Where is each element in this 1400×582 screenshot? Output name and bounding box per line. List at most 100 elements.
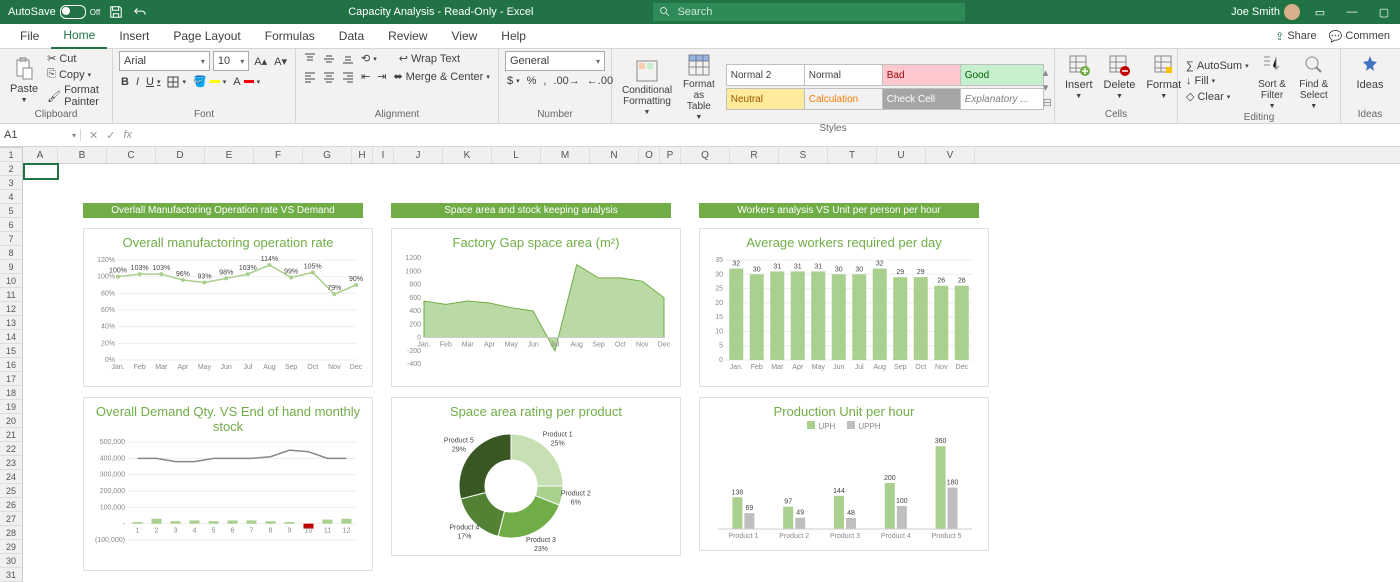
search-box[interactable]: Search [653,3,965,21]
column-header[interactable]: E [205,147,254,163]
tab-formulas[interactable]: Formulas [253,24,327,48]
column-header[interactable]: V [926,147,975,163]
delete-cells-button[interactable]: Delete▼ [1100,51,1140,102]
column-headers[interactable]: ABCDEFGHIJKLMNOPQRSTUV [23,147,1400,164]
orientation-button[interactable]: ⟲▾ [359,51,379,66]
row-header[interactable]: 10 [0,274,22,288]
save-icon[interactable] [108,4,124,20]
row-header[interactable]: 25 [0,484,22,498]
styles-more[interactable]: ⊟ [1041,95,1054,110]
row-header[interactable]: 3 [0,176,22,190]
column-header[interactable]: U [877,147,926,163]
row-header[interactable]: 19 [0,400,22,414]
row-header[interactable]: 31 [0,568,22,582]
column-header[interactable]: K [443,147,492,163]
insert-cells-button[interactable]: Insert▼ [1061,51,1097,102]
column-header[interactable]: C [107,147,156,163]
tab-help[interactable]: Help [489,24,538,48]
style-good[interactable]: Good [960,64,1044,86]
align-top-button[interactable] [302,52,318,66]
row-header[interactable]: 6 [0,218,22,232]
row-header[interactable]: 4 [0,190,22,204]
font-family-combo[interactable]: Arial▾ [119,51,210,71]
column-header[interactable]: N [590,147,639,163]
copy-button[interactable]: ⎘Copy▾ [45,67,106,82]
bold-button[interactable]: B [119,75,131,89]
decrease-decimal-button[interactable]: ←.00 [585,74,615,88]
wrap-text-button[interactable]: ↩Wrap Text [397,51,462,66]
fx-icon[interactable]: fx [123,129,132,141]
align-center-button[interactable] [321,70,337,84]
maximize-icon[interactable]: ▢ [1376,4,1392,20]
underline-button[interactable]: U▾ [144,75,162,89]
column-header[interactable]: B [58,147,107,163]
style-neutral[interactable]: Neutral [726,88,810,110]
currency-button[interactable]: $▾ [505,74,522,88]
format-painter-button[interactable]: 🖌Format Painter [45,83,106,109]
increase-font-button[interactable]: A▴ [252,54,269,69]
column-header[interactable]: G [303,147,352,163]
ribbon-display-icon[interactable]: ▭ [1312,4,1328,20]
column-header[interactable]: Q [681,147,730,163]
comma-button[interactable]: , [541,74,548,88]
style-explanatory[interactable]: Explanatory ... [960,88,1044,110]
name-box[interactable]: A1▾ [0,129,81,141]
align-bottom-button[interactable] [340,52,356,66]
row-header[interactable]: 1 [0,148,22,162]
tab-page-layout[interactable]: Page Layout [161,24,252,48]
share-button[interactable]: ⇪ Share [1273,29,1319,44]
chart-workers[interactable]: Average workers required per day 0510152… [699,228,989,387]
row-header[interactable]: 17 [0,372,22,386]
row-header[interactable]: 13 [0,316,22,330]
comment-button[interactable]: 💬 Commen [1327,29,1392,44]
tab-data[interactable]: Data [327,24,376,48]
chart-operation-rate[interactable]: Overall manufactoring operation rate 0%2… [83,228,373,387]
undo-icon[interactable] [132,4,148,20]
font-color-button[interactable]: A▾ [231,75,262,89]
row-header[interactable]: 30 [0,554,22,568]
style-check-cell[interactable]: Check Cell [882,88,966,110]
row-header[interactable]: 12 [0,302,22,316]
row-header[interactable]: 29 [0,540,22,554]
row-header[interactable]: 8 [0,246,22,260]
column-header[interactable]: J [394,147,443,163]
row-header[interactable]: 23 [0,456,22,470]
row-header[interactable]: 27 [0,512,22,526]
align-left-button[interactable] [302,70,318,84]
column-header[interactable]: S [779,147,828,163]
cut-button[interactable]: ✂Cut [45,51,106,66]
style-normal[interactable]: Normal [804,64,888,86]
align-middle-button[interactable] [321,52,337,66]
fill-button[interactable]: ↓Fill▾ [1184,74,1251,88]
chart-uph[interactable]: Production Unit per hour UPHUPPH 13869Pr… [699,397,989,551]
minimize-icon[interactable]: — [1344,4,1360,20]
tab-file[interactable]: File [8,24,51,48]
row-header[interactable]: 18 [0,386,22,400]
column-header[interactable]: D [156,147,205,163]
style-calculation[interactable]: Calculation [804,88,888,110]
chart-gap-space[interactable]: Factory Gap space area (m²) -400-2000200… [391,228,681,387]
borders-button[interactable]: ▾ [165,75,188,89]
enter-formula-icon[interactable]: ✓ [106,129,115,142]
column-header[interactable]: L [492,147,541,163]
paste-button[interactable]: Paste▼ [6,55,42,106]
italic-button[interactable]: I [134,75,141,89]
row-header[interactable]: 24 [0,470,22,484]
column-header[interactable]: I [373,147,394,163]
clear-button[interactable]: ◇Clear▾ [1184,89,1251,104]
row-header[interactable]: 16 [0,358,22,372]
style-bad[interactable]: Bad [882,64,966,86]
autosum-button[interactable]: ∑ AutoSum▾ [1184,59,1251,73]
tab-review[interactable]: Review [376,24,439,48]
percent-button[interactable]: % [525,74,539,88]
tab-insert[interactable]: Insert [107,24,161,48]
styles-scroll-up[interactable]: ▴ [1041,65,1054,80]
column-header[interactable]: P [660,147,681,163]
row-header[interactable]: 26 [0,498,22,512]
chart-demand-stock[interactable]: Overall Demand Qty. VS End of hand month… [83,397,373,571]
tab-home[interactable]: Home [51,23,107,49]
autosave-toggle[interactable]: AutoSave Off [8,5,100,19]
row-header[interactable]: 28 [0,526,22,540]
sort-filter-button[interactable]: Sort & Filter▼ [1254,51,1291,112]
row-header[interactable]: 14 [0,330,22,344]
